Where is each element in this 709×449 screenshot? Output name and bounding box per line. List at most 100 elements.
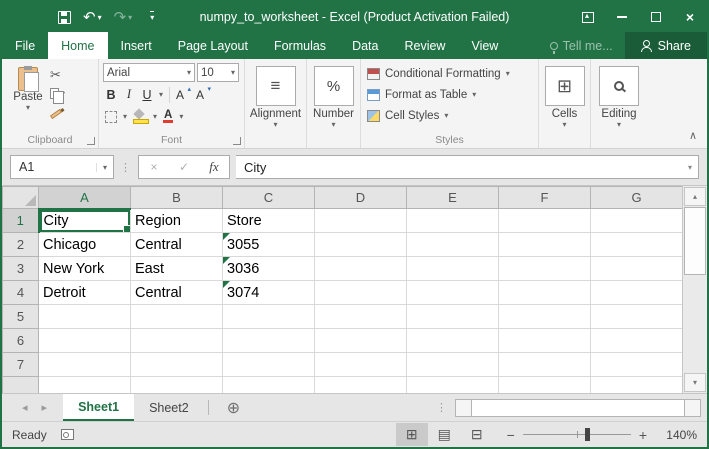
undo-dropdown-icon[interactable] — [98, 13, 102, 22]
row-header-6[interactable]: 6 — [3, 329, 39, 353]
cancel-entry-button[interactable] — [139, 160, 169, 174]
cell-f7[interactable] — [499, 353, 591, 377]
cell-g6[interactable] — [591, 329, 683, 353]
tab-formulas[interactable]: Formulas — [261, 32, 339, 59]
cell-d4[interactable] — [315, 281, 407, 305]
zoom-slider-thumb[interactable] — [585, 428, 590, 441]
sheet-tab-sheet2[interactable]: Sheet2 — [134, 394, 204, 421]
tell-me-box[interactable]: Tell me... — [538, 32, 625, 59]
formula-bar-expand-icon[interactable] — [688, 163, 698, 172]
row-header-5[interactable]: 5 — [3, 305, 39, 329]
format-as-table-button[interactable]: Format as Table — [365, 84, 534, 105]
zoom-level[interactable]: 140% — [655, 428, 697, 442]
zoom-out-icon[interactable] — [507, 427, 515, 443]
cell-a5[interactable] — [39, 305, 131, 329]
new-sheet-icon[interactable] — [213, 394, 254, 421]
cell-b1[interactable]: Region — [131, 209, 223, 233]
cell-f5[interactable] — [499, 305, 591, 329]
cell-b5[interactable] — [131, 305, 223, 329]
cell-c2[interactable]: 3055 — [223, 233, 315, 257]
copy-button[interactable] — [50, 86, 65, 100]
editing-button[interactable] — [599, 66, 639, 106]
cell-a3[interactable]: New York — [39, 257, 131, 281]
cell-grid[interactable]: A B C D E F G 1 City Region Store — [2, 186, 682, 393]
previous-sheet-icon[interactable] — [22, 401, 28, 414]
bold-button[interactable]: B — [105, 88, 117, 102]
cell-e7[interactable] — [407, 353, 499, 377]
alignment-group[interactable]: Alignment — [245, 59, 307, 148]
cell-g2[interactable] — [591, 233, 683, 257]
cell-g3[interactable] — [591, 257, 683, 281]
cell-g5[interactable] — [591, 305, 683, 329]
cell-e5[interactable] — [407, 305, 499, 329]
cut-button[interactable] — [50, 68, 65, 82]
cell-f3[interactable] — [499, 257, 591, 281]
cell-e4[interactable] — [407, 281, 499, 305]
column-header-f[interactable]: F — [499, 187, 591, 209]
zoom-in-icon[interactable] — [639, 427, 647, 443]
save-button[interactable] — [54, 11, 75, 24]
redo-button[interactable] — [110, 8, 137, 26]
cell-d5[interactable] — [315, 305, 407, 329]
column-header-a[interactable]: A — [39, 187, 131, 209]
cell-c4[interactable]: 3074 — [223, 281, 315, 305]
column-header-e[interactable]: E — [407, 187, 499, 209]
cell-g7[interactable] — [591, 353, 683, 377]
cell-clipped[interactable] — [315, 377, 407, 394]
collapse-ribbon-icon[interactable] — [689, 129, 697, 142]
cell-styles-button[interactable]: Cell Styles — [365, 105, 534, 126]
cell-b6[interactable] — [131, 329, 223, 353]
font-color-dropdown-icon[interactable] — [179, 112, 183, 121]
column-header-d[interactable]: D — [315, 187, 407, 209]
alignment-dropdown-icon[interactable] — [273, 120, 277, 129]
cell-e1[interactable] — [407, 209, 499, 233]
normal-view-button[interactable] — [396, 423, 428, 446]
row-header-clipped[interactable] — [3, 377, 39, 394]
number-format-button[interactable] — [314, 66, 354, 106]
tab-page-layout[interactable]: Page Layout — [165, 32, 261, 59]
scroll-right-icon[interactable] — [684, 399, 701, 417]
cell-a4[interactable]: Detroit — [39, 281, 131, 305]
alignment-button[interactable] — [256, 66, 296, 106]
cell-c7[interactable] — [223, 353, 315, 377]
cell-b4[interactable]: Central — [131, 281, 223, 305]
cell-d2[interactable] — [315, 233, 407, 257]
conditional-formatting-button[interactable]: Conditional Formatting — [365, 63, 534, 84]
tab-home[interactable]: Home — [48, 32, 107, 59]
next-sheet-icon[interactable] — [42, 401, 48, 414]
cell-c3[interactable]: 3036 — [223, 257, 315, 281]
cell-g1[interactable] — [591, 209, 683, 233]
format-painter-button[interactable] — [50, 104, 65, 118]
column-header-b[interactable]: B — [131, 187, 223, 209]
editing-group[interactable]: Editing — [591, 59, 647, 148]
column-header-g[interactable]: G — [591, 187, 683, 209]
clipboard-dialog-launcher-icon[interactable] — [87, 137, 95, 145]
cell-d6[interactable] — [315, 329, 407, 353]
row-header-7[interactable]: 7 — [3, 353, 39, 377]
italic-button[interactable]: I — [123, 87, 135, 102]
cell-a7[interactable] — [39, 353, 131, 377]
select-all-button[interactable] — [3, 187, 39, 209]
name-box-dropdown-icon[interactable] — [96, 163, 113, 172]
cell-clipped[interactable] — [39, 377, 131, 394]
paste-button[interactable]: Paste — [6, 63, 50, 132]
tab-view[interactable]: View — [458, 32, 511, 59]
name-box[interactable]: A1 — [10, 155, 114, 179]
row-header-4[interactable]: 4 — [3, 281, 39, 305]
borders-dropdown-icon[interactable] — [123, 112, 127, 121]
font-name-select[interactable]: Arial — [103, 63, 195, 82]
fill-color-button[interactable] — [133, 110, 147, 123]
cell-d3[interactable] — [315, 257, 407, 281]
horizontal-scrollbar[interactable] — [455, 399, 701, 417]
cell-a6[interactable] — [39, 329, 131, 353]
scroll-left-icon[interactable] — [455, 399, 472, 417]
font-color-button[interactable]: A — [163, 110, 173, 123]
minimize-button[interactable] — [605, 2, 639, 32]
page-break-view-button[interactable] — [461, 423, 493, 446]
tab-data[interactable]: Data — [339, 32, 391, 59]
cell-c5[interactable] — [223, 305, 315, 329]
column-header-c[interactable]: C — [223, 187, 315, 209]
cell-clipped[interactable] — [407, 377, 499, 394]
cell-e3[interactable] — [407, 257, 499, 281]
cell-a1-selected[interactable]: City — [39, 209, 131, 233]
